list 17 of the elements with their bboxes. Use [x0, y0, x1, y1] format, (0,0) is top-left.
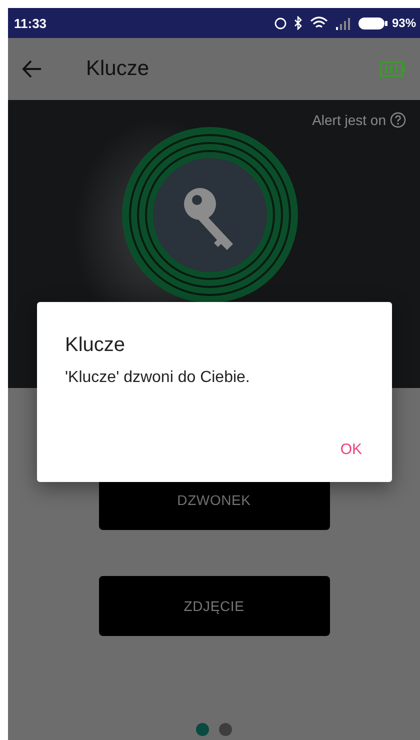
help-icon[interactable]: [390, 112, 406, 128]
sync-icon: [274, 16, 287, 30]
ok-button[interactable]: OK: [332, 435, 370, 464]
status-time: 11:33: [14, 16, 47, 30]
action-button[interactable]: ZDJĘCIE: [98, 576, 330, 636]
page-dot[interactable]: [196, 723, 209, 736]
battery-percent: 93%: [392, 16, 416, 30]
battery-icon: [380, 61, 406, 77]
wifi-icon: [310, 16, 328, 30]
page-dot[interactable]: [219, 723, 232, 736]
battery-icon: [358, 16, 388, 30]
bluetooth-icon: [294, 16, 303, 30]
dialog-title: Klucze: [65, 334, 126, 357]
dialog-message: 'Klucze' dzwoni do Ciebie.: [65, 369, 251, 387]
alert-status: Alert jest on: [312, 112, 386, 128]
signal-icon: [334, 16, 351, 30]
screen-title: Klucze: [86, 57, 150, 81]
